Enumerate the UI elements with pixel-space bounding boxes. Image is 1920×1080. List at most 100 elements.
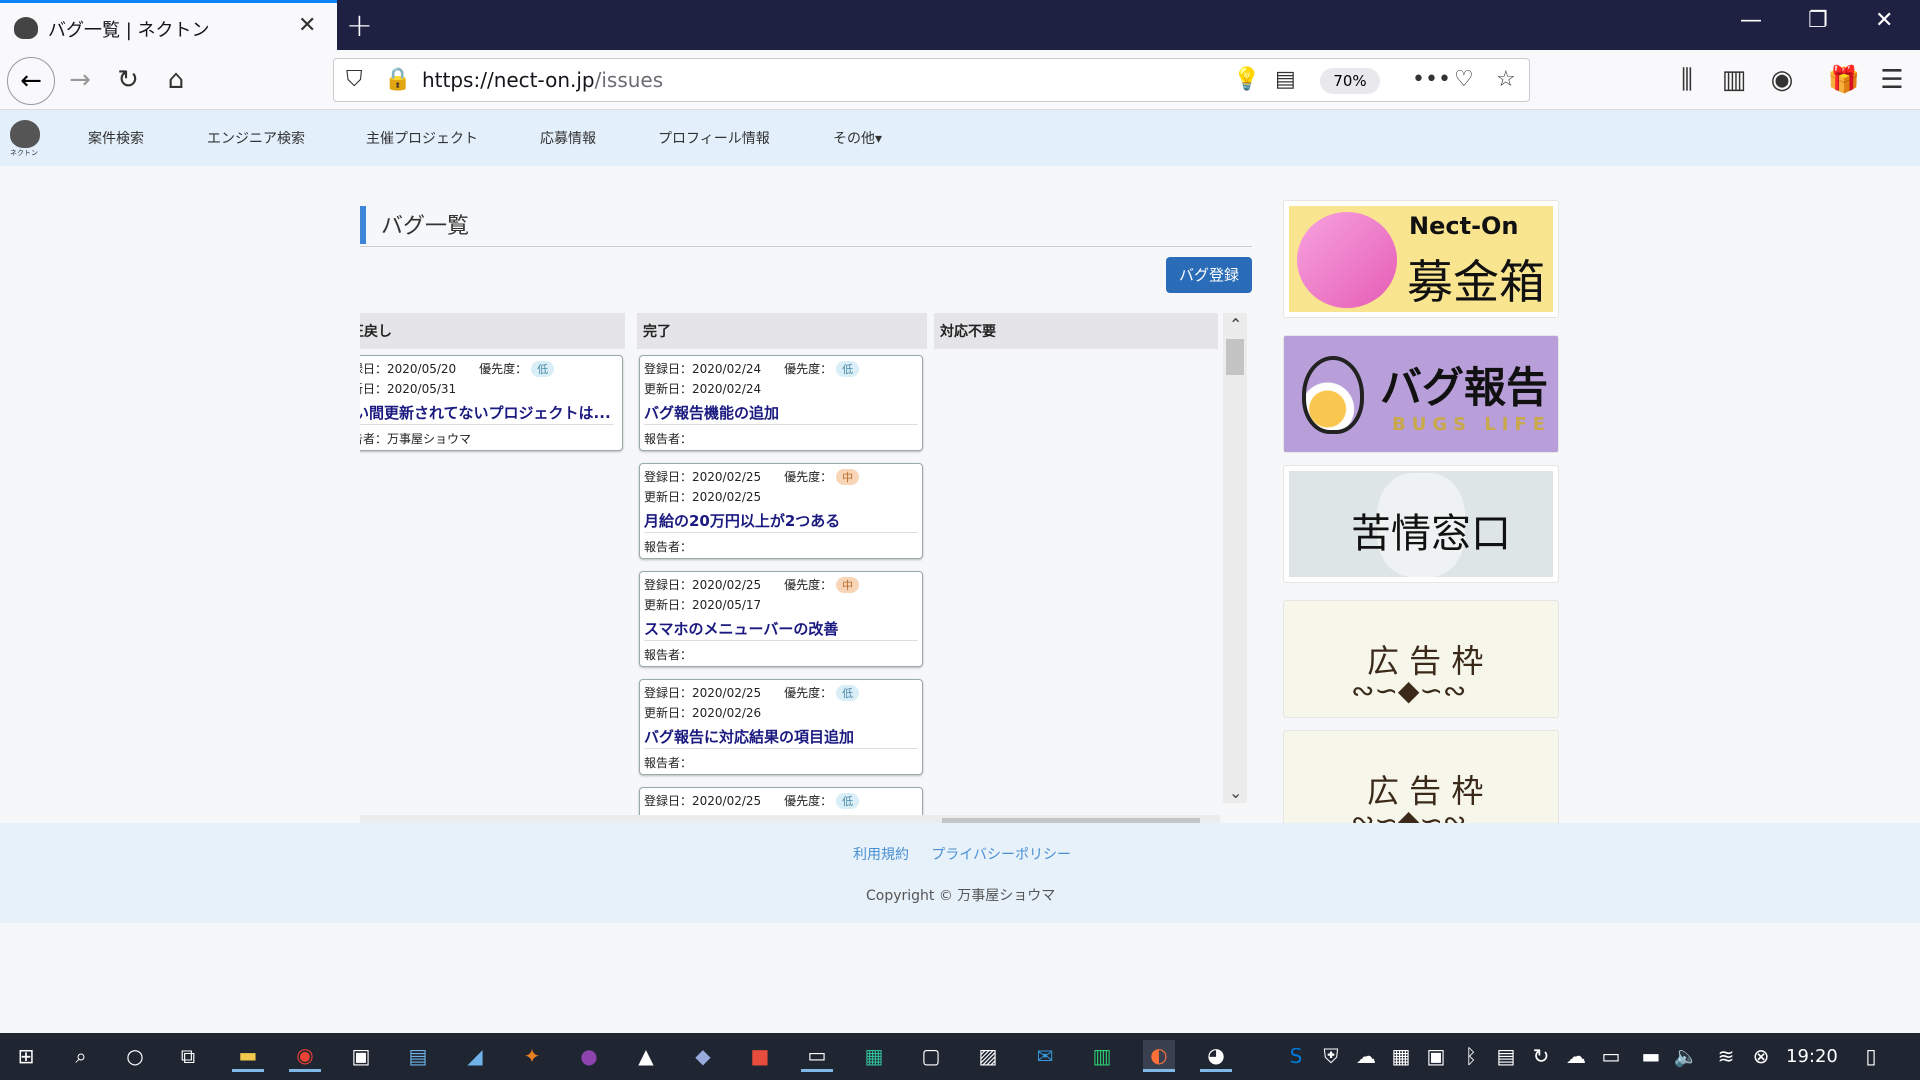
tray-app-icon[interactable]: ▤ bbox=[1490, 1040, 1522, 1072]
chrome-icon[interactable]: ◉ bbox=[289, 1040, 321, 1072]
card-title-link[interactable]: 長い間更新されてないプロジェクトは... bbox=[360, 402, 611, 423]
scroll-up-icon[interactable]: ⌃ bbox=[1229, 315, 1242, 334]
network-icon[interactable]: ≋ bbox=[1710, 1040, 1742, 1072]
nav-item-project-search[interactable]: 案件検索 bbox=[88, 128, 144, 148]
bookmark-star-icon[interactable]: ☆ bbox=[1496, 67, 1516, 92]
vertical-scrollbar-thumb[interactable] bbox=[1226, 339, 1244, 375]
minimize-icon[interactable]: — bbox=[1740, 8, 1762, 33]
browser-tab-active[interactable]: バグ一覧 | ネクトン ✕ bbox=[0, 0, 337, 50]
eclipse-icon[interactable]: ● bbox=[573, 1040, 605, 1072]
library-icon[interactable]: ⫼ bbox=[1667, 60, 1707, 100]
tab-close-icon[interactable]: ✕ bbox=[298, 13, 316, 38]
banner-bug-report: バグ報告 bbox=[1380, 363, 1549, 412]
store-icon[interactable]: ▣ bbox=[345, 1040, 377, 1072]
account-icon[interactable]: ◉ bbox=[1762, 60, 1802, 100]
app-icon[interactable]: ▤ bbox=[402, 1040, 434, 1072]
bug-card[interactable]: 登録日：2020/02/25 優先度：中 更新日：2020/02/25 月給の2… bbox=[639, 463, 923, 559]
sidebar-icon[interactable]: ▥ bbox=[1714, 60, 1754, 100]
home-icon[interactable]: ⌂ bbox=[156, 60, 196, 100]
nav-item-engineer-search[interactable]: エンジニア検索 bbox=[207, 128, 305, 148]
onedrive-icon[interactable]: ☁ bbox=[1350, 1040, 1382, 1072]
app-icon[interactable]: ✦ bbox=[516, 1040, 548, 1072]
notification-x-icon[interactable]: ⊗ bbox=[1745, 1040, 1777, 1072]
bug-card-partial[interactable]: 登録日：2020/02/25 優先度：低 bbox=[639, 787, 923, 817]
start-icon[interactable]: ⊞ bbox=[10, 1040, 42, 1072]
app-icon[interactable]: ▨ bbox=[972, 1040, 1004, 1072]
ad-slot-banner[interactable]: 広 告 枠 ∾∽◆∽∾ bbox=[1283, 600, 1559, 718]
nav-item-other-dropdown[interactable]: その他▾ bbox=[833, 128, 882, 148]
url-path: /issues bbox=[594, 68, 664, 92]
task-view-icon[interactable]: ⧉ bbox=[172, 1040, 204, 1072]
firefox-icon[interactable]: ◐ bbox=[1143, 1040, 1175, 1072]
volume-icon[interactable]: 🔈 bbox=[1670, 1040, 1702, 1072]
close-window-icon[interactable]: ✕ bbox=[1875, 8, 1893, 33]
bug-register-button[interactable]: バグ登録 bbox=[1166, 257, 1252, 293]
flourish-icon: ∾∽◆∽∾ bbox=[1351, 674, 1467, 707]
back-icon[interactable]: ← bbox=[7, 57, 55, 105]
app-icon[interactable]: ◕ bbox=[1200, 1040, 1232, 1072]
card-title-link[interactable]: 月給の20万円以上が2つある bbox=[644, 510, 840, 531]
card-title-link[interactable]: バグ報告に対応結果の項目追加 bbox=[644, 726, 854, 747]
bug-card[interactable]: 登録日：2020/05/20 優先度：低 更新日：2020/05/31 長い間更… bbox=[360, 355, 623, 451]
reader-view-icon[interactable]: ▤ bbox=[1275, 67, 1296, 92]
nav-item-applications[interactable]: 応募情報 bbox=[540, 128, 596, 148]
donation-box-banner[interactable]: Nect-On 募金箱 bbox=[1283, 200, 1559, 318]
nav-item-hosted-projects[interactable]: 主催プロジェクト bbox=[366, 128, 478, 148]
tray-app-icon[interactable]: ▣ bbox=[1420, 1040, 1452, 1072]
tray-app-icon[interactable]: ▭ bbox=[1595, 1040, 1627, 1072]
nav-item-profile[interactable]: プロフィール情報 bbox=[658, 128, 770, 148]
defender-icon[interactable]: ⛨ bbox=[1315, 1040, 1347, 1072]
app-icon[interactable]: ◢ bbox=[459, 1040, 491, 1072]
bug-card[interactable]: 登録日：2020/02/24 優先度：低 更新日：2020/02/24 バグ報告… bbox=[639, 355, 923, 451]
bug-card[interactable]: 登録日：2020/02/25 優先度：低 更新日：2020/02/26 バグ報告… bbox=[639, 679, 923, 775]
url-text[interactable]: https://nect-on.jp/issues bbox=[422, 68, 663, 92]
skype-icon[interactable]: S bbox=[1280, 1040, 1312, 1072]
app-icon[interactable]: ▥ bbox=[1086, 1040, 1118, 1072]
url-bar[interactable]: ⛉ 🔒 https://nect-on.jp/issues 💡 ▤ 70% ••… bbox=[333, 58, 1530, 102]
file-explorer-icon[interactable]: ▬ bbox=[232, 1040, 264, 1072]
card-title-link[interactable]: バグ報告機能の追加 bbox=[644, 402, 779, 423]
mail-icon[interactable]: ✉ bbox=[1029, 1040, 1061, 1072]
terms-link[interactable]: 利用規約 bbox=[853, 847, 909, 863]
footer-links: 利用規約 プライバシーポリシー bbox=[853, 844, 1071, 864]
complaints-banner[interactable]: 苦情窓口 bbox=[1283, 465, 1559, 583]
reload-icon[interactable]: ↻ bbox=[108, 60, 148, 100]
vertical-scrollbar[interactable] bbox=[1223, 313, 1247, 803]
zoom-level[interactable]: 70% bbox=[1320, 68, 1380, 94]
more-actions-icon[interactable]: ••• bbox=[1412, 67, 1451, 92]
extensions-gift-icon[interactable]: 🎁 bbox=[1824, 60, 1864, 100]
app-icon[interactable]: ◆ bbox=[687, 1040, 719, 1072]
app-icon[interactable]: ▢ bbox=[915, 1040, 947, 1072]
tray-app-icon[interactable]: ☁ bbox=[1560, 1040, 1592, 1072]
bug-report-banner[interactable]: バグ報告 BUGS LIFE bbox=[1283, 335, 1559, 453]
new-tab-icon[interactable]: + bbox=[346, 6, 373, 44]
bluetooth-icon[interactable]: ᛒ bbox=[1455, 1040, 1487, 1072]
forward-icon[interactable]: → bbox=[60, 60, 100, 100]
card-updated-date: 更新日：2020/05/31 bbox=[360, 382, 457, 396]
bug-card[interactable]: 登録日：2020/02/25 優先度：中 更新日：2020/05/17 スマホの… bbox=[639, 571, 923, 667]
tray-app-icon[interactable]: ▦ bbox=[1385, 1040, 1417, 1072]
priority-badge: 低 bbox=[836, 361, 860, 377]
lightbulb-icon[interactable]: 💡 bbox=[1233, 67, 1260, 92]
menu-icon[interactable]: ☰ bbox=[1872, 60, 1912, 100]
banner-complaints: 苦情窓口 bbox=[1351, 511, 1511, 557]
action-center-icon[interactable]: ▯ bbox=[1855, 1040, 1887, 1072]
terminal-icon[interactable]: ▭ bbox=[801, 1040, 833, 1072]
privacy-link[interactable]: プライバシーポリシー bbox=[931, 847, 1071, 863]
app-icon[interactable]: ■ bbox=[744, 1040, 776, 1072]
tray-app-icon[interactable]: ↻ bbox=[1525, 1040, 1557, 1072]
site-logo-icon[interactable] bbox=[10, 120, 40, 148]
taskbar-clock[interactable]: 19:20 bbox=[1786, 1046, 1838, 1067]
pocket-icon[interactable]: ♡ bbox=[1454, 67, 1474, 92]
app-icon[interactable]: ▦ bbox=[858, 1040, 890, 1072]
app-icon[interactable]: ▲ bbox=[630, 1040, 662, 1072]
scroll-down-icon[interactable]: ⌄ bbox=[1229, 783, 1242, 802]
battery-icon[interactable]: ▬ bbox=[1635, 1040, 1667, 1072]
restore-icon[interactable]: ❐ bbox=[1808, 8, 1828, 33]
kanban-board[interactable]: 修正戻し 登録日：2020/05/20 優先度：低 更新日：2020/05/31… bbox=[360, 313, 1252, 850]
shield-icon[interactable]: ⛉ bbox=[346, 67, 363, 92]
card-title-link[interactable]: スマホのメニューバーの改善 bbox=[644, 618, 838, 639]
site-footer bbox=[0, 823, 1920, 923]
cortana-icon[interactable]: ○ bbox=[119, 1040, 151, 1072]
search-icon[interactable]: ⌕ bbox=[65, 1040, 97, 1072]
